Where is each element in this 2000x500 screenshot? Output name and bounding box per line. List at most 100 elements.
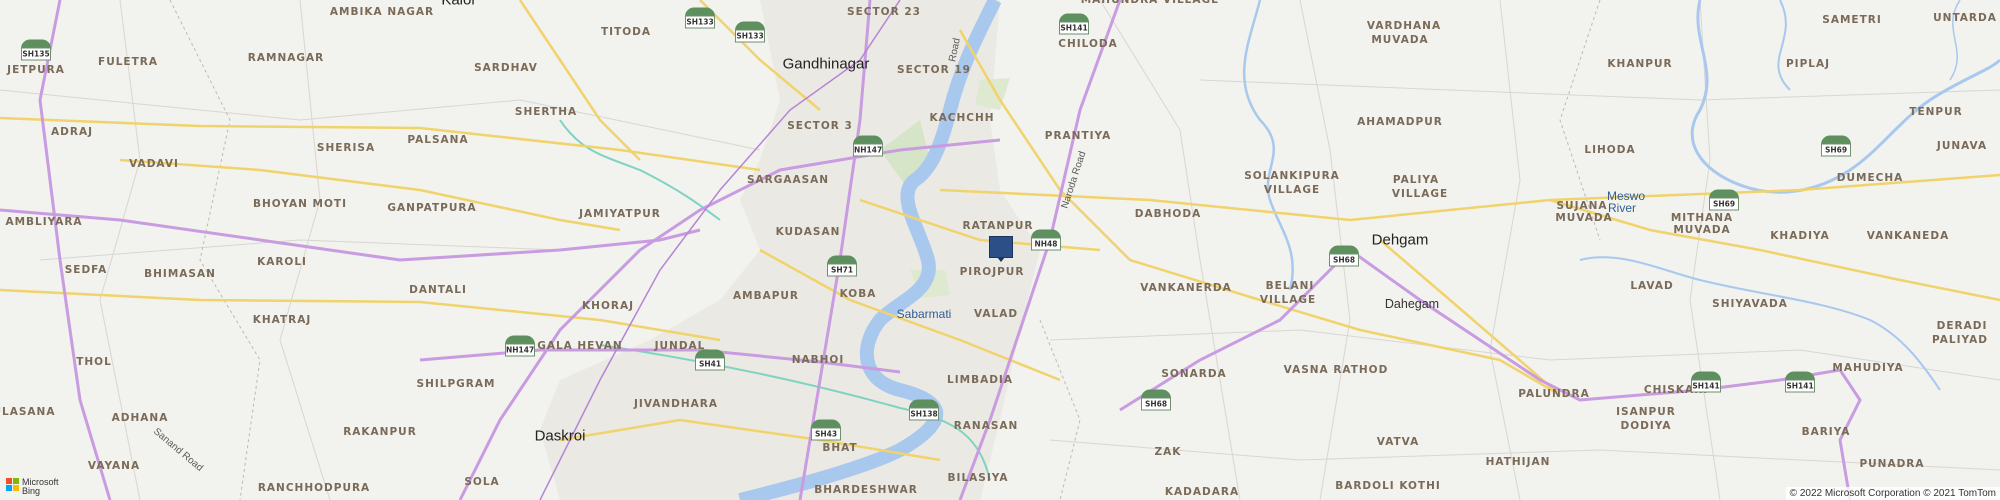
village-label: KAROLI [257,256,307,268]
village-label: ISANPUR [1616,406,1676,418]
village-label: BILASIYA [947,472,1009,484]
village-label: BARDOLI KOTHI [1335,480,1441,492]
village-label: DERADI [1936,320,1988,332]
village-label: HATHIJAN [1485,456,1551,468]
village-label: RANASAN [953,420,1019,432]
town-label: Dehgam [1371,231,1429,249]
map-canvas[interactable]: AMBIKA NAGAR TITODA SECTOR 23 MAHUNDRA VILL… [0,0,2000,500]
village-label: DABHODA [1134,208,1202,220]
village-label: ADRAJ [51,126,93,138]
village-label: KUDASAN [775,226,841,238]
village-label: LIMBADIA [947,374,1013,386]
village-label: KOBA [839,288,877,300]
village-label: HEVAN [577,340,623,352]
village-label: SOLANKIPURA [1244,170,1340,182]
village-label: VATVA [1376,436,1420,448]
village-label: LIHODA [1584,144,1636,156]
highway-shield-label: SH71 [827,263,857,277]
village-label: SHERISA [316,142,376,154]
village-label: THOL [76,356,112,368]
village-label: SECTOR 23 [847,6,921,18]
village-label: SECTOR 3 [787,120,853,132]
village-label: ZAK [1154,446,1182,458]
highway-shield-icon: SH141 [1691,371,1721,393]
village-label: KHADIYA [1770,230,1830,242]
highway-shield-icon: NH147 [853,135,883,157]
village-label: NABHOI [791,354,845,366]
village-label: KHORAJ [582,300,634,312]
water-label: River [1607,201,1637,215]
village-label: SARDHAV [474,62,538,74]
village-label: KHANPUR [1607,58,1673,70]
highway-shield-label: SH68 [1329,253,1359,267]
highway-shield-label: NH48 [1031,237,1061,251]
highway-shield-label: SH133 [685,15,715,29]
highway-shield-icon: SH71 [827,255,857,277]
highway-shield-label: SH141 [1691,379,1721,393]
village-label: JIVANDHARA [634,398,718,410]
highway-shield-label: NH147 [853,143,883,157]
village-label: SHERTHA [514,106,578,118]
water-label: Sabarmati [896,307,952,321]
village-label: TITODA [601,26,651,38]
village-label: UNTARDA [1933,12,1997,24]
village-label: BELANI [1265,280,1315,292]
highway-shield-label: SH68 [1141,397,1171,411]
copyright-notice: © 2022 Microsoft Corporation © 2021 TomT… [1785,487,2000,500]
village-label: KACHCHH [929,112,995,124]
highway-shield-label: SH135 [21,47,51,61]
village-label: SOLA [464,476,500,488]
village-label: JETPURA [7,64,65,76]
village-label: JUNAVA [1936,140,1988,152]
highway-shield-icon: SH43 [811,419,841,441]
village-label: PRANTIYA [1044,130,1112,142]
village-label: SONARDA [1161,368,1227,380]
village-label: DUMECHA [1836,172,1904,184]
village-label: SUJANA [1556,200,1608,212]
village-label: KHATRAJ [252,314,312,326]
village-label: PALIYAD [1932,334,1988,346]
village-label: MAHUDIYA [1832,362,1904,374]
highway-shield-icon: SH41 [695,349,725,371]
highway-shield-label: SH69 [1821,143,1851,157]
highway-shield-icon: NH48 [1031,229,1061,251]
village-label: RAKANPUR [343,426,417,438]
highway-shield-icon: SH68 [1141,389,1171,411]
village-label: MITHANA [1670,212,1734,224]
village-label: MAHUNDRA VILLAGE [1080,0,1220,6]
village-label: BHAT [822,442,858,454]
village-label: BHIMASAN [144,268,216,280]
village-label: JAMIYATPUR [579,208,661,220]
town-label: Daskroi [534,427,586,445]
village-label: MUVADA [1673,224,1731,236]
highway-shield-label: SH41 [695,357,725,371]
bing-logo-text: Microsoft Bing [22,478,59,496]
village-label: MUVADA [1555,212,1613,224]
village-label: VADAVI [129,158,179,170]
highway-shield-label: SH69 [1709,197,1739,211]
town-label: Gandhinagar [782,55,870,73]
village-label: CHILODA [1058,38,1118,50]
village-label: DANTALI [409,284,467,296]
village-label: ADHANA [111,412,169,424]
village-label: SARGAASAN [746,174,830,186]
highway-shield-icon: SH133 [685,7,715,29]
highway-shield-label: SH133 [735,29,765,43]
village-label: BARIYA [1801,426,1851,438]
village-label: SHILPGRAM [416,378,496,390]
highway-shield-label: SH141 [1059,21,1089,35]
village-label: VILLAGE [1391,188,1449,200]
village-label: PUNADRA [1859,458,1925,470]
village-label: AMBIKA NAGAR [329,6,435,18]
highway-shield-icon: SH69 [1821,135,1851,157]
highway-shield-icon: SH135 [21,39,51,61]
village-label: PIPLAJ [1785,58,1831,70]
village-label: PALSANA [407,134,469,146]
highway-shield-label: SH138 [909,407,939,421]
village-label: PIROJPUR [959,266,1025,278]
village-label: RANCHHODPURA [257,482,371,494]
village-label: AMBAPUR [732,290,800,302]
location-pin-icon[interactable] [989,236,1013,262]
highway-shield-label: SH43 [811,427,841,441]
village-label: KADADARA [1164,486,1240,498]
